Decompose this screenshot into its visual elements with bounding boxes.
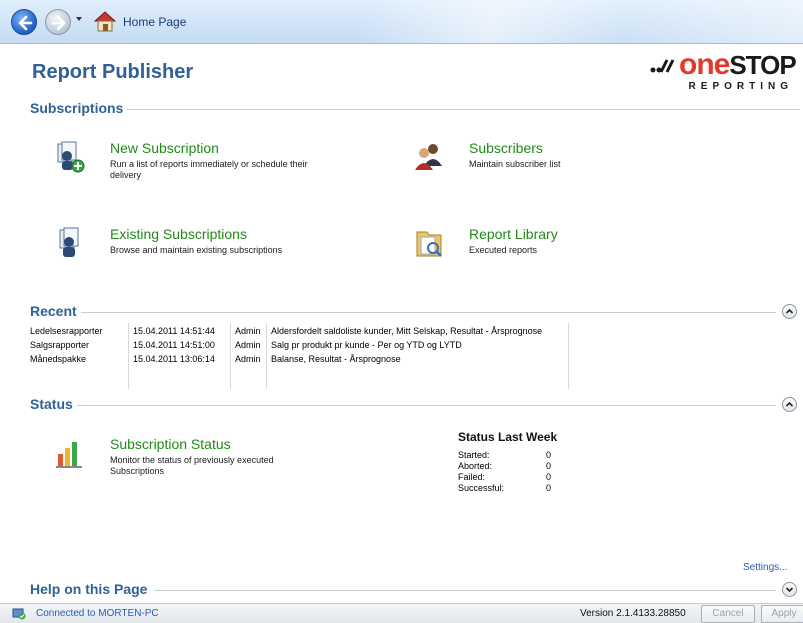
recent-collapse-button[interactable] bbox=[782, 304, 797, 319]
section-subscriptions: Subscriptions bbox=[30, 100, 800, 118]
section-divider bbox=[122, 109, 800, 110]
task-subscribers[interactable]: Subscribers Maintain subscriber list bbox=[413, 140, 713, 180]
column-separator bbox=[266, 323, 267, 389]
status-bar: Connected to MORTEN-PC Version 2.1.4133.… bbox=[0, 603, 803, 623]
section-recent: Recent bbox=[30, 303, 800, 321]
logo-mark-icon bbox=[650, 59, 675, 73]
existing-subscriptions-description: Browse and maintain existing subscriptio… bbox=[110, 245, 283, 255]
subscription-status-description: Monitor the status of previously execute… bbox=[110, 455, 274, 476]
existing-subscriptions-link[interactable]: Existing Subscriptions bbox=[110, 226, 247, 242]
existing-subscriptions-icon bbox=[59, 227, 79, 257]
page-title: Report Publisher bbox=[32, 61, 194, 83]
cancel-button[interactable]: Cancel bbox=[701, 605, 755, 623]
connection-status: Connected to MORTEN-PC bbox=[36, 608, 159, 619]
home-icon[interactable] bbox=[92, 9, 118, 33]
new-subscription-description: Run a list of reports immediately or sch… bbox=[110, 159, 308, 180]
column-separator bbox=[568, 323, 569, 389]
section-divider bbox=[154, 590, 776, 591]
chevron-up-icon bbox=[785, 401, 794, 407]
report-library-icon bbox=[416, 231, 442, 257]
section-status: Status bbox=[30, 396, 800, 414]
status-last-week-title: Status Last Week bbox=[458, 430, 558, 444]
version-label: Version 2.1.4133.28850 bbox=[580, 608, 686, 619]
task-report-library[interactable]: Report Library Executed reports bbox=[413, 226, 713, 266]
subscribers-link[interactable]: Subscribers bbox=[469, 140, 543, 156]
forward-button[interactable] bbox=[45, 9, 71, 35]
subscription-status-link[interactable]: Subscription Status bbox=[110, 436, 231, 452]
status-collapse-button[interactable] bbox=[782, 397, 797, 412]
status-chart-icon bbox=[56, 442, 82, 468]
new-subscription-link[interactable]: New Subscription bbox=[110, 140, 219, 156]
column-separator bbox=[128, 323, 129, 389]
chevron-up-icon bbox=[785, 308, 794, 314]
help-expand-button[interactable] bbox=[782, 582, 797, 597]
section-title-status: Status bbox=[30, 396, 77, 412]
task-subscription-status[interactable]: Subscription Status Monitor the status o… bbox=[54, 436, 354, 481]
onestop-logo: oneSTOP REPORTING bbox=[635, 48, 797, 94]
section-title-help: Help on this Page bbox=[30, 581, 152, 597]
status-last-week-panel: Status Last Week Started: 0 Aborted: 0 F… bbox=[458, 430, 558, 493]
section-divider bbox=[74, 405, 776, 406]
page-header: Report Publisher oneSTOP REPORTING bbox=[0, 44, 803, 100]
connection-icon bbox=[12, 608, 26, 620]
new-subscription-icon bbox=[57, 141, 85, 173]
logo-wordmark: oneSTOP bbox=[679, 48, 797, 81]
forward-arrow-icon bbox=[51, 15, 66, 31]
settings-link[interactable]: Settings... bbox=[743, 562, 787, 573]
apply-button[interactable]: Apply bbox=[761, 605, 803, 623]
section-title-subscriptions: Subscriptions bbox=[30, 100, 128, 116]
logo-subtitle: REPORTING bbox=[688, 81, 793, 92]
navigation-bar: Home Page bbox=[0, 0, 803, 44]
back-arrow-icon bbox=[18, 15, 33, 31]
report-library-description: Executed reports bbox=[469, 245, 538, 255]
subscribers-icon bbox=[415, 144, 442, 170]
chevron-down-icon bbox=[785, 587, 794, 593]
section-title-recent: Recent bbox=[30, 303, 81, 319]
section-help: Help on this Page bbox=[30, 581, 800, 599]
navbar-glass bbox=[360, 0, 803, 43]
breadcrumb-home[interactable]: Home Page bbox=[123, 15, 186, 29]
subscribers-description: Maintain subscriber list bbox=[469, 159, 561, 169]
back-button[interactable] bbox=[11, 9, 37, 35]
section-divider bbox=[68, 312, 776, 313]
task-existing-subscriptions[interactable]: Existing Subscriptions Browse and mainta… bbox=[54, 226, 354, 266]
column-separator bbox=[230, 323, 231, 389]
task-new-subscription[interactable]: New Subscription Run a list of reports i… bbox=[54, 140, 354, 190]
report-library-link[interactable]: Report Library bbox=[469, 226, 558, 242]
history-dropdown-icon[interactable] bbox=[76, 17, 82, 21]
